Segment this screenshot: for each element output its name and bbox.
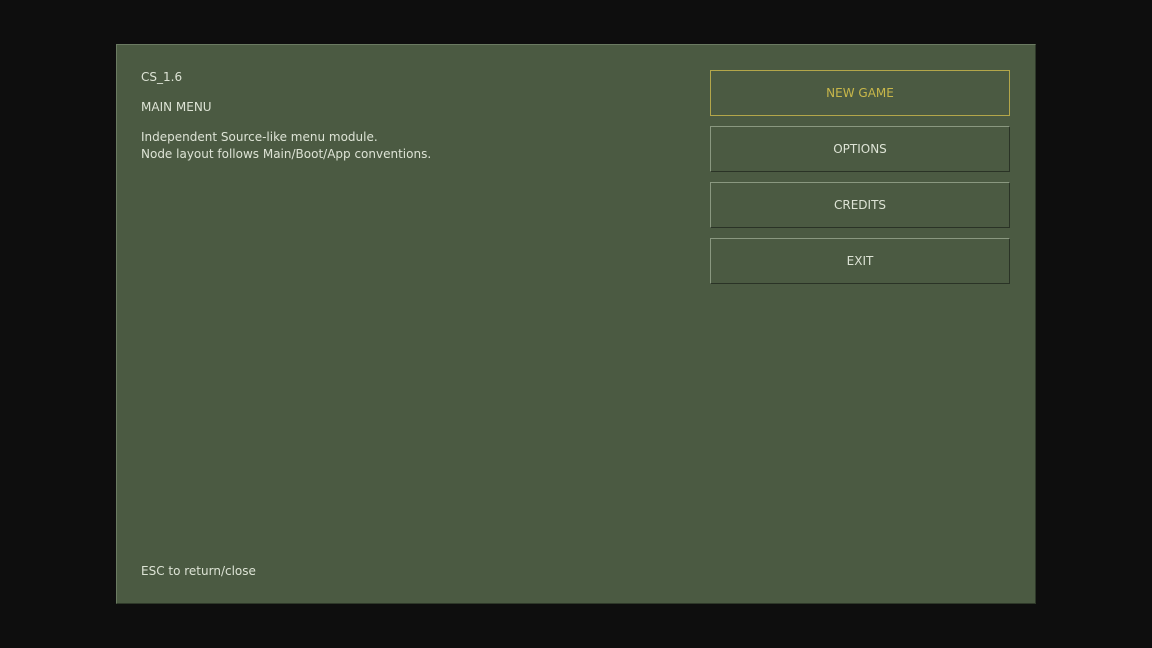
- credits-button[interactable]: CREDITS: [710, 182, 1010, 228]
- menu-title: MAIN MENU: [141, 100, 212, 114]
- options-button[interactable]: OPTIONS: [710, 126, 1010, 172]
- exit-button[interactable]: EXIT: [710, 238, 1010, 284]
- description-line: Node layout follows Main/Boot/App conven…: [141, 147, 432, 161]
- description-line: Independent Source-like menu module.: [141, 130, 378, 144]
- main-menu-panel: CS_1.6 MAIN MENU Independent Source-like…: [116, 44, 1036, 604]
- menu-description: Independent Source-like menu module. Nod…: [141, 129, 431, 163]
- game-title: CS_1.6: [141, 70, 183, 84]
- game-screen: CS_1.6 MAIN MENU Independent Source-like…: [0, 0, 1152, 648]
- menu-button-list: NEW GAME OPTIONS CREDITS EXIT: [710, 70, 1010, 294]
- escape-hint: ESC to return/close: [141, 564, 256, 578]
- new-game-button[interactable]: NEW GAME: [710, 70, 1010, 116]
